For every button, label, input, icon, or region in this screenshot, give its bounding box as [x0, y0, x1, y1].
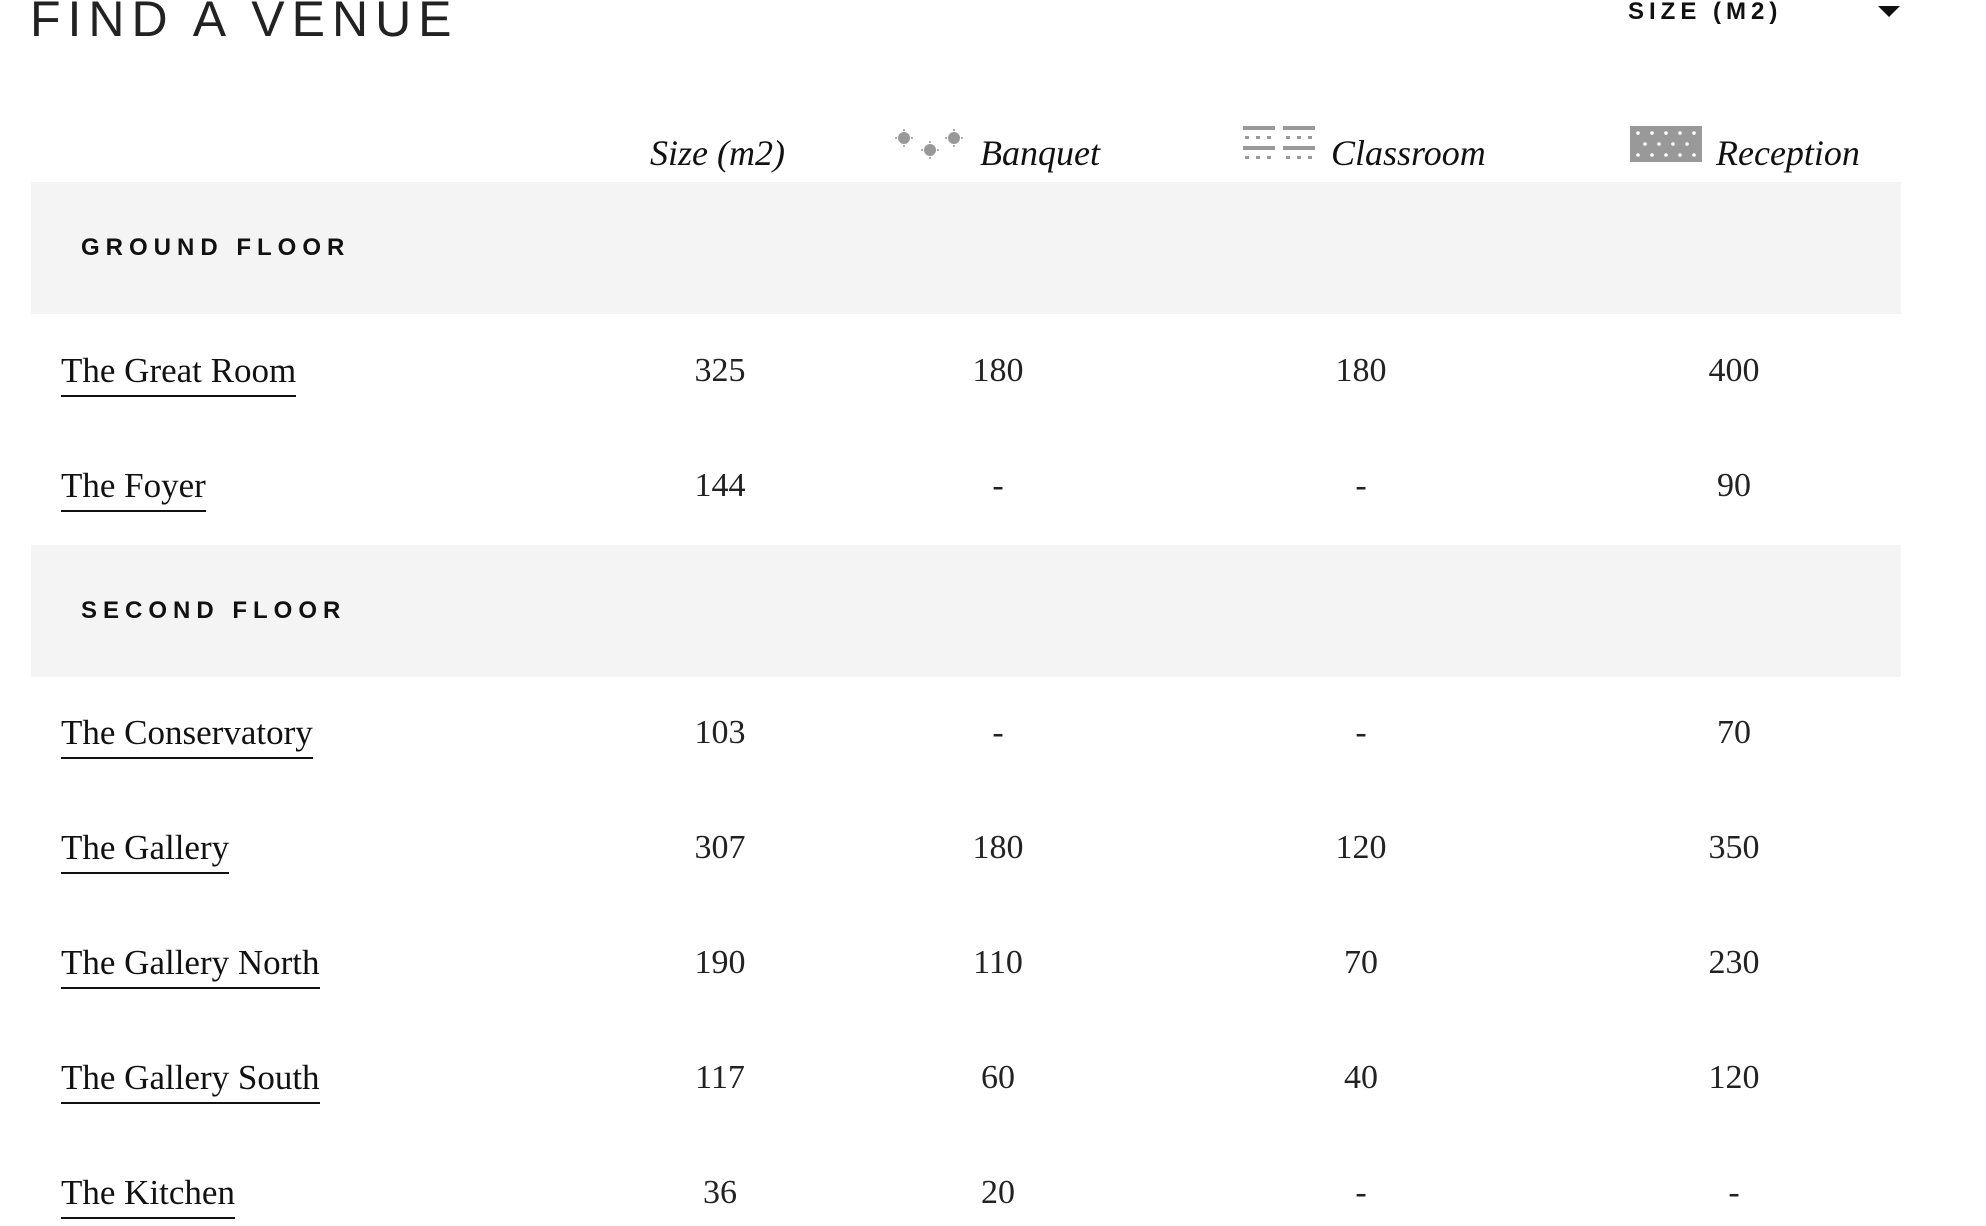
cell-banquet: 20 — [981, 1174, 1015, 1211]
table-row: The Kitchen 36 20 - - — [0, 1173, 1986, 1226]
cell-reception: 400 — [1708, 352, 1760, 389]
room-link[interactable]: The Foyer — [61, 466, 206, 513]
sort-selected-value: SIZE (M2) — [1628, 0, 1783, 25]
table-row: The Gallery 307 180 120 350 — [0, 828, 1986, 888]
room-link[interactable]: The Gallery North — [61, 943, 320, 990]
column-header-banquet-label: Banquet — [980, 133, 1100, 173]
cell-classroom: 120 — [1335, 829, 1387, 866]
cell-banquet: 180 — [972, 829, 1024, 866]
cell-banquet: 60 — [981, 1059, 1015, 1096]
cell-banquet: - — [992, 467, 1004, 504]
banquet-layout-icon — [895, 129, 963, 159]
cell-size: 190 — [694, 944, 746, 981]
sort-dropdown[interactable]: SIZE (M2) — [1628, 0, 1908, 30]
table-row: The Foyer 144 - - 90 — [0, 466, 1986, 526]
cell-size: 307 — [694, 829, 746, 866]
cell-reception: 90 — [1717, 467, 1751, 504]
cell-size: 325 — [694, 352, 746, 389]
cell-reception: 350 — [1708, 829, 1760, 866]
cell-size: 36 — [703, 1174, 737, 1211]
table-row: The Conservatory 103 - - 70 — [0, 713, 1986, 773]
cell-banquet: 110 — [973, 944, 1023, 981]
classroom-layout-icon — [1243, 126, 1315, 159]
column-header-size-label: Size (m2) — [650, 133, 785, 173]
cell-reception: 70 — [1717, 714, 1751, 751]
chevron-down-icon — [1878, 6, 1900, 17]
section-header-ground-floor: GROUND FLOOR — [31, 182, 1901, 314]
room-link[interactable]: The Great Room — [61, 351, 297, 398]
column-header-classroom: Classroom — [1243, 126, 1486, 174]
section-label: SECOND FLOOR — [81, 597, 347, 624]
room-link[interactable]: The Kitchen — [61, 1173, 235, 1220]
cell-size: 117 — [695, 1059, 745, 1096]
cell-classroom: - — [1355, 1174, 1367, 1211]
cell-banquet: - — [992, 714, 1004, 751]
cell-size: 144 — [694, 467, 746, 504]
room-link[interactable]: The Gallery — [61, 828, 230, 875]
cell-reception: 230 — [1708, 944, 1760, 981]
cell-banquet: 180 — [972, 352, 1024, 389]
cell-reception: - — [1728, 1174, 1740, 1211]
cell-size: 103 — [694, 714, 746, 751]
room-link[interactable]: The Conservatory — [61, 713, 313, 760]
reception-layout-icon — [1630, 126, 1702, 162]
table-row: The Great Room 325 180 180 400 — [0, 351, 1986, 411]
section-header-second-floor: SECOND FLOOR — [31, 545, 1901, 677]
cell-classroom: 180 — [1335, 352, 1387, 389]
column-header-classroom-label: Classroom — [1331, 133, 1486, 173]
table-row: The Gallery North 190 110 70 230 — [0, 943, 1986, 1003]
cell-classroom: - — [1355, 714, 1367, 751]
column-header-reception: Reception — [1630, 126, 1860, 174]
room-link[interactable]: The Gallery South — [61, 1058, 320, 1105]
section-label: GROUND FLOOR — [81, 234, 351, 261]
page-title: FIND A VENUE — [30, 0, 459, 47]
cell-reception: 120 — [1708, 1059, 1760, 1096]
column-header-size: Size (m2) — [650, 128, 785, 174]
column-header-reception-label: Reception — [1716, 133, 1860, 173]
column-header-banquet: Banquet — [892, 128, 1100, 174]
table-row: The Gallery South 117 60 40 120 — [0, 1058, 1986, 1118]
cell-classroom: - — [1355, 467, 1367, 504]
cell-classroom: 70 — [1344, 944, 1378, 981]
cell-classroom: 40 — [1344, 1059, 1378, 1096]
